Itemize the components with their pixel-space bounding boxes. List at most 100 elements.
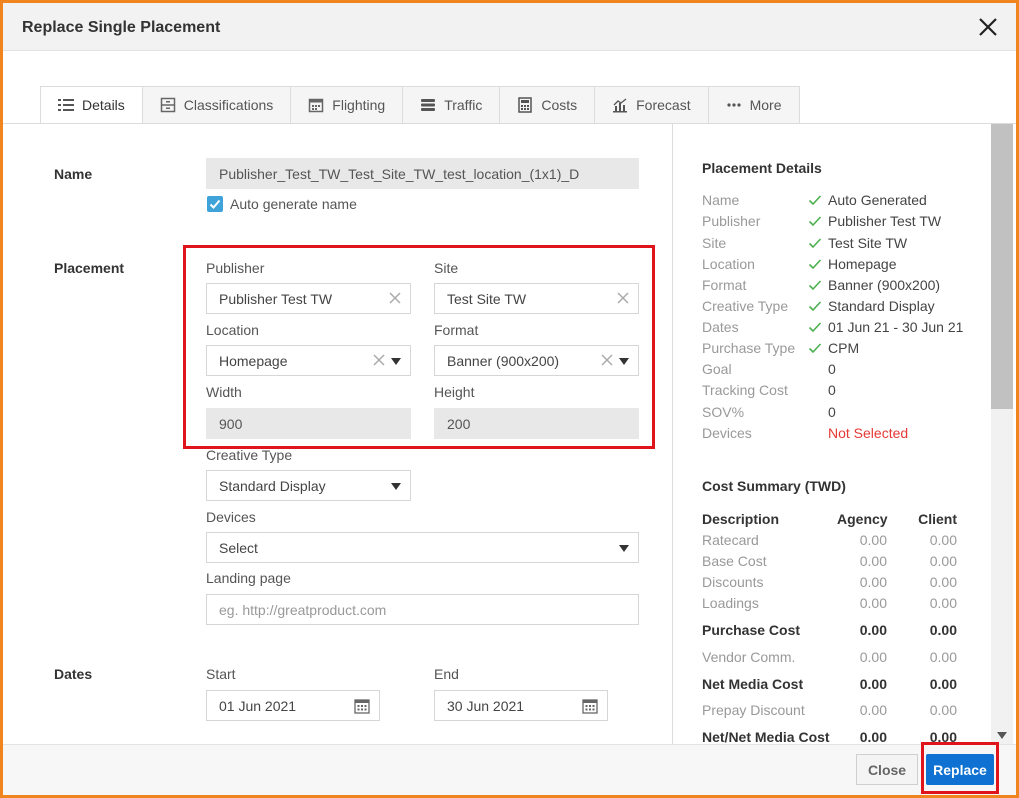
close-icon[interactable] [976,15,1000,39]
cost-row-client: 0.00 [929,574,957,590]
detail-value: Publisher Test TW [828,213,942,229]
cost-row-agency: 0.00 [859,729,887,744]
cost-row-label: Discounts [702,574,764,590]
stack-icon [420,97,436,113]
cost-row-client: 0.00 [929,702,957,718]
cost-row-agency: 0.00 [859,553,887,569]
cost-row-agency: 0.00 [859,676,887,692]
dialog-footer: Close Replace [3,742,1016,795]
detail-value: 0 [828,382,836,398]
detail-value: CPM [828,340,860,356]
devices-select[interactable]: Select [206,532,639,563]
dates-section-label: Dates [54,666,93,682]
end-date-value: 30 Jun 2021 [447,697,525,714]
landing-page-input[interactable]: eg. http://greatproduct.com [206,594,639,625]
detail-key: Goal [702,361,732,377]
checkmark-icon [209,199,221,209]
calendar-icon[interactable] [353,697,371,715]
cost-header-client: Client [918,511,957,527]
creative-type-label: Creative Type [206,447,293,463]
detail-key: Name [702,192,740,208]
placement-highlight [183,245,655,449]
detail-key: Purchase Type [702,340,796,356]
cost-row-label: Prepay Discount [702,702,805,718]
detail-value: Homepage [828,256,897,272]
dialog-title: Replace Single Placement [22,19,221,36]
chart-icon [612,97,628,113]
tab-forecast[interactable]: Forecast [595,86,709,124]
tab-details[interactable]: Details [40,86,143,124]
detail-key: Location [702,256,755,272]
calculator-icon [517,97,533,113]
close-button[interactable]: Close [856,754,918,785]
tab-label: Forecast [636,97,691,113]
cost-row-agency: 0.00 [859,595,887,611]
check-icon [808,322,822,333]
detail-value: Banner (900x200) [828,277,941,293]
tab-classifications[interactable]: Classifications [142,86,292,124]
end-date-input[interactable]: 30 Jun 2021 [434,690,608,721]
cost-row-client: 0.00 [929,532,957,548]
list-icon [58,97,74,113]
detail-key: Tracking Cost [702,382,788,398]
auto-generate-checkbox[interactable] [207,196,223,212]
tab-bar: Details Classifications Flighting Traffi… [40,86,800,124]
placement-section-label: Placement [54,260,125,276]
cost-row-label: Loadings [702,595,759,611]
replace-button[interactable]: Replace [926,754,994,785]
cost-row-agency: 0.00 [859,649,887,665]
tab-traffic[interactable]: Traffic [403,86,501,124]
archive-icon [160,97,176,113]
scroll-down-icon[interactable] [997,732,1007,740]
start-date-value: 01 Jun 2021 [219,697,297,714]
tab-more[interactable]: More [708,86,800,124]
check-icon [808,343,822,354]
cost-row-client: 0.00 [929,595,957,611]
detail-value: 0 [828,404,836,420]
scrollbar-thumb[interactable] [991,124,1013,409]
cost-header-agency: Agency [837,511,888,527]
placement-details-title: Placement Details [702,160,822,176]
cost-row-client: 0.00 [929,676,957,692]
calendar-icon[interactable] [581,697,599,715]
cost-row-client: 0.00 [929,622,957,638]
creative-type-value: Standard Display [219,477,326,494]
detail-value-warning: Not Selected [828,425,909,441]
check-icon [808,301,822,312]
devices-value: Select [219,539,258,556]
cost-row-label: Ratecard [702,532,759,548]
cost-row-label: Purchase Cost [702,622,801,638]
more-icon [726,97,742,113]
cost-summary-title: Cost Summary (TWD) [702,478,846,494]
devices-label: Devices [206,509,256,525]
check-icon [808,238,822,249]
summary-panel: Placement Details Name Auto Generated Pu… [673,124,991,744]
tab-label: Flighting [332,97,386,113]
tab-label: Traffic [444,97,483,113]
scrollbar[interactable] [991,124,1013,744]
detail-value: Standard Display [828,298,935,314]
detail-key: Creative Type [702,298,789,314]
detail-key: Format [702,277,747,293]
detail-key: Publisher [702,213,761,229]
cost-row-agency: 0.00 [859,702,887,718]
calendar-icon [308,97,324,113]
cost-row-label: Net Media Cost [702,676,804,692]
detail-key: SOV% [702,404,745,420]
cost-header-description: Description [702,511,780,527]
tab-costs[interactable]: Costs [500,86,596,124]
landing-page-label: Landing page [206,570,291,586]
detail-value: Test Site TW [828,235,908,251]
detail-value: 0 [828,361,836,377]
detail-key: Devices [702,425,752,441]
detail-key: Dates [702,319,739,335]
cost-row-agency: 0.00 [859,574,887,590]
cost-row-label: Vendor Comm. [702,649,796,665]
creative-type-select[interactable]: Standard Display [206,470,411,501]
tab-flighting[interactable]: Flighting [291,86,404,124]
detail-key: Site [702,235,727,251]
start-date-input[interactable]: 01 Jun 2021 [206,690,380,721]
cost-row-agency: 0.00 [859,532,887,548]
name-field[interactable]: Publisher_Test_TW_Test_Site_TW_test_loca… [206,158,639,189]
cost-row-agency: 0.00 [859,622,887,638]
